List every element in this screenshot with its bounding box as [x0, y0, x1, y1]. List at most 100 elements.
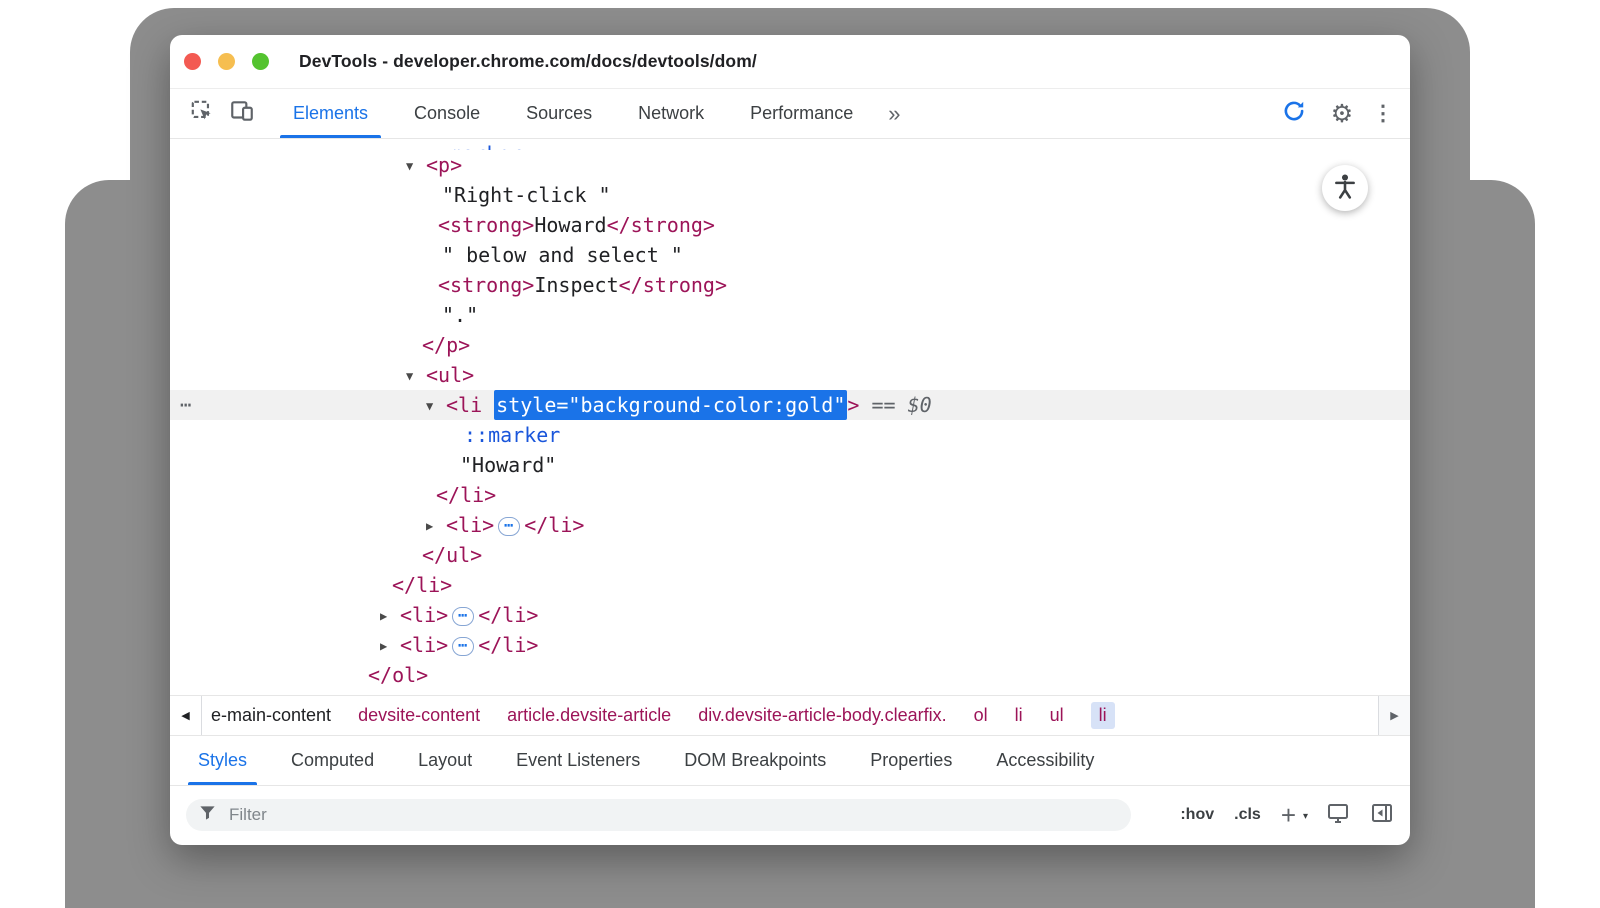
caret-down-icon: ▾ [1303, 807, 1308, 827]
breadcrumb-item[interactable]: div.devsite-article-body.clearfix. [698, 705, 946, 726]
dom-token-tag: </li> [524, 513, 584, 537]
dom-tree-row[interactable]: ▶<li>⋯</li> [170, 600, 1410, 630]
dom-tree-row[interactable]: ▼<p> [170, 150, 1410, 180]
dom-token-tag: > [847, 393, 859, 417]
breadcrumb-scroll-left-button[interactable]: ◀ [170, 696, 202, 735]
dom-token-eq: == [859, 393, 907, 417]
funnel-icon [198, 803, 217, 827]
close-window-button[interactable] [184, 53, 201, 70]
dom-token-text: "Right-click " [442, 183, 611, 207]
accessibility-helper-button[interactable] [1322, 165, 1368, 211]
dom-token-tag: </li> [392, 573, 452, 597]
toggle-device-toolbar-button[interactable] [222, 89, 262, 138]
chevron-down-icon[interactable]: ▼ [406, 151, 426, 181]
dom-token-pseudo: ::marker [464, 423, 560, 447]
rendering-emulations-button[interactable] [1326, 801, 1350, 830]
breadcrumb-items: e-main-content devsite-content article.dev… [202, 696, 1378, 735]
chevron-right-icon[interactable]: ▶ [380, 601, 400, 631]
dom-tree-row[interactable]: ▼::marker [170, 139, 1410, 150]
chevron-down-icon[interactable]: ▼ [406, 140, 426, 150]
dom-tree-row[interactable]: ⋯▼<li style="background-color:gold"> == … [170, 390, 1410, 420]
expand-ellipsis-button[interactable]: ⋯ [452, 607, 474, 626]
devtools-window: DevTools - developer.chrome.com/docs/dev… [170, 35, 1410, 845]
clipped-line: ▼::marker [406, 139, 522, 150]
breadcrumb-item[interactable]: article.devsite-article [507, 705, 671, 726]
sync-button[interactable] [1274, 98, 1314, 129]
dom-token-tag: <ul> [426, 363, 474, 387]
styles-filter-bar: :hov .cls + ▾ [170, 785, 1410, 846]
dom-tree-row[interactable]: <strong>Inspect</strong> [170, 270, 1410, 300]
more-panels-button[interactable]: » [876, 89, 912, 138]
chevron-right-icon[interactable]: ▶ [426, 511, 446, 541]
settings-button[interactable]: ⚙ [1324, 99, 1360, 129]
toggle-element-state-button[interactable]: :hov [1180, 806, 1214, 824]
dom-token-tag: </strong> [607, 213, 715, 237]
dom-tree-row[interactable]: <strong>Howard</strong> [170, 210, 1410, 240]
tab-network[interactable]: Network [615, 89, 727, 138]
element-classes-button[interactable]: .cls [1234, 806, 1261, 824]
chevron-down-icon[interactable]: ▼ [406, 361, 426, 391]
dom-token-tag: </li> [478, 633, 538, 657]
panel-tab-layout[interactable]: Layout [396, 736, 494, 785]
tab-console[interactable]: Console [391, 89, 503, 138]
dom-token-text: Inspect [534, 273, 618, 297]
chevron-double-right-icon: » [888, 101, 900, 127]
toggle-sidebar-icon [1370, 812, 1394, 829]
toolbar-tabs: ElementsConsoleSourcesNetworkPerformance [270, 89, 876, 138]
dom-tree-row[interactable]: </ul> [170, 540, 1410, 570]
dom-tree-row[interactable]: ▶<li>⋯</li> [170, 510, 1410, 540]
dom-tree-row[interactable]: ▼<ul> [170, 360, 1410, 390]
expand-ellipsis-button[interactable]: ⋯ [498, 517, 520, 536]
dom-tree-row[interactable]: "Right-click " [170, 180, 1410, 210]
zoom-window-button[interactable] [252, 53, 269, 70]
selected-attribute-value[interactable]: style="background-color:gold" [494, 390, 847, 420]
filter-input[interactable] [227, 804, 1119, 826]
panel-tab-computed[interactable]: Computed [269, 736, 396, 785]
new-style-rule-button[interactable]: + ▾ [1281, 805, 1306, 825]
dom-token-tag: <li [446, 393, 482, 417]
dom-tree-row[interactable]: "." [170, 300, 1410, 330]
dom-token-tag: </strong> [619, 273, 727, 297]
tab-performance[interactable]: Performance [727, 89, 876, 138]
panel-tab-dom-breakpoints[interactable]: DOM Breakpoints [662, 736, 848, 785]
dom-tree-row[interactable]: </li> [170, 480, 1410, 510]
dom-tree-row[interactable]: " below and select " [170, 240, 1410, 270]
plus-icon: + [1281, 800, 1296, 830]
dom-token-tag: </li> [436, 483, 496, 507]
chevron-down-icon[interactable]: ▼ [426, 391, 446, 421]
dom-token-text: Howard [534, 213, 606, 237]
breadcrumb: ◀ e-main-content devsite-content article.d… [170, 695, 1410, 735]
breadcrumb-item[interactable]: ul [1050, 705, 1064, 726]
expand-ellipsis-button[interactable]: ⋯ [452, 637, 474, 656]
breadcrumb-item[interactable]: li [1091, 702, 1115, 729]
panel-tab-properties[interactable]: Properties [848, 736, 974, 785]
panel-tab-accessibility[interactable]: Accessibility [974, 736, 1116, 785]
dom-tree-row[interactable]: ::marker [170, 420, 1410, 450]
breadcrumb-scroll-right-button[interactable]: ▶ [1378, 696, 1410, 735]
filter-field[interactable] [186, 799, 1131, 831]
triangle-right-icon: ▶ [1390, 709, 1398, 722]
kebab-menu-icon: ⋮ [1373, 102, 1394, 125]
minimize-window-button[interactable] [218, 53, 235, 70]
dom-token-tag: <li> [446, 513, 494, 537]
breadcrumb-item[interactable]: ol [974, 705, 988, 726]
chevron-right-icon[interactable]: ▶ [380, 631, 400, 661]
breadcrumb-item[interactable]: devsite-content [358, 705, 480, 726]
dom-tree-row[interactable]: ▶<li>⋯</li> [170, 630, 1410, 660]
panel-tab-styles[interactable]: Styles [176, 736, 269, 785]
tab-sources[interactable]: Sources [503, 89, 615, 138]
dom-tree-row[interactable]: </ol> [170, 660, 1410, 690]
inspect-element-button[interactable] [182, 89, 222, 138]
toggle-sidebar-button[interactable] [1370, 801, 1394, 830]
panel-tab-event-listeners[interactable]: Event Listeners [494, 736, 662, 785]
dom-tree-row[interactable]: </li> [170, 570, 1410, 600]
triangle-left-icon: ◀ [181, 709, 189, 722]
customize-devtools-button[interactable]: ⋮ [1370, 101, 1396, 126]
dom-tree-row[interactable]: "Howard" [170, 450, 1410, 480]
row-actions-ellipsis[interactable]: ⋯ [180, 390, 192, 420]
tab-elements[interactable]: Elements [270, 89, 391, 138]
breadcrumb-item[interactable]: li [1015, 705, 1023, 726]
breadcrumb-item[interactable]: e-main-content [211, 705, 331, 726]
dom-token-tag: <p> [426, 153, 462, 177]
dom-tree-row[interactable]: </p> [170, 330, 1410, 360]
